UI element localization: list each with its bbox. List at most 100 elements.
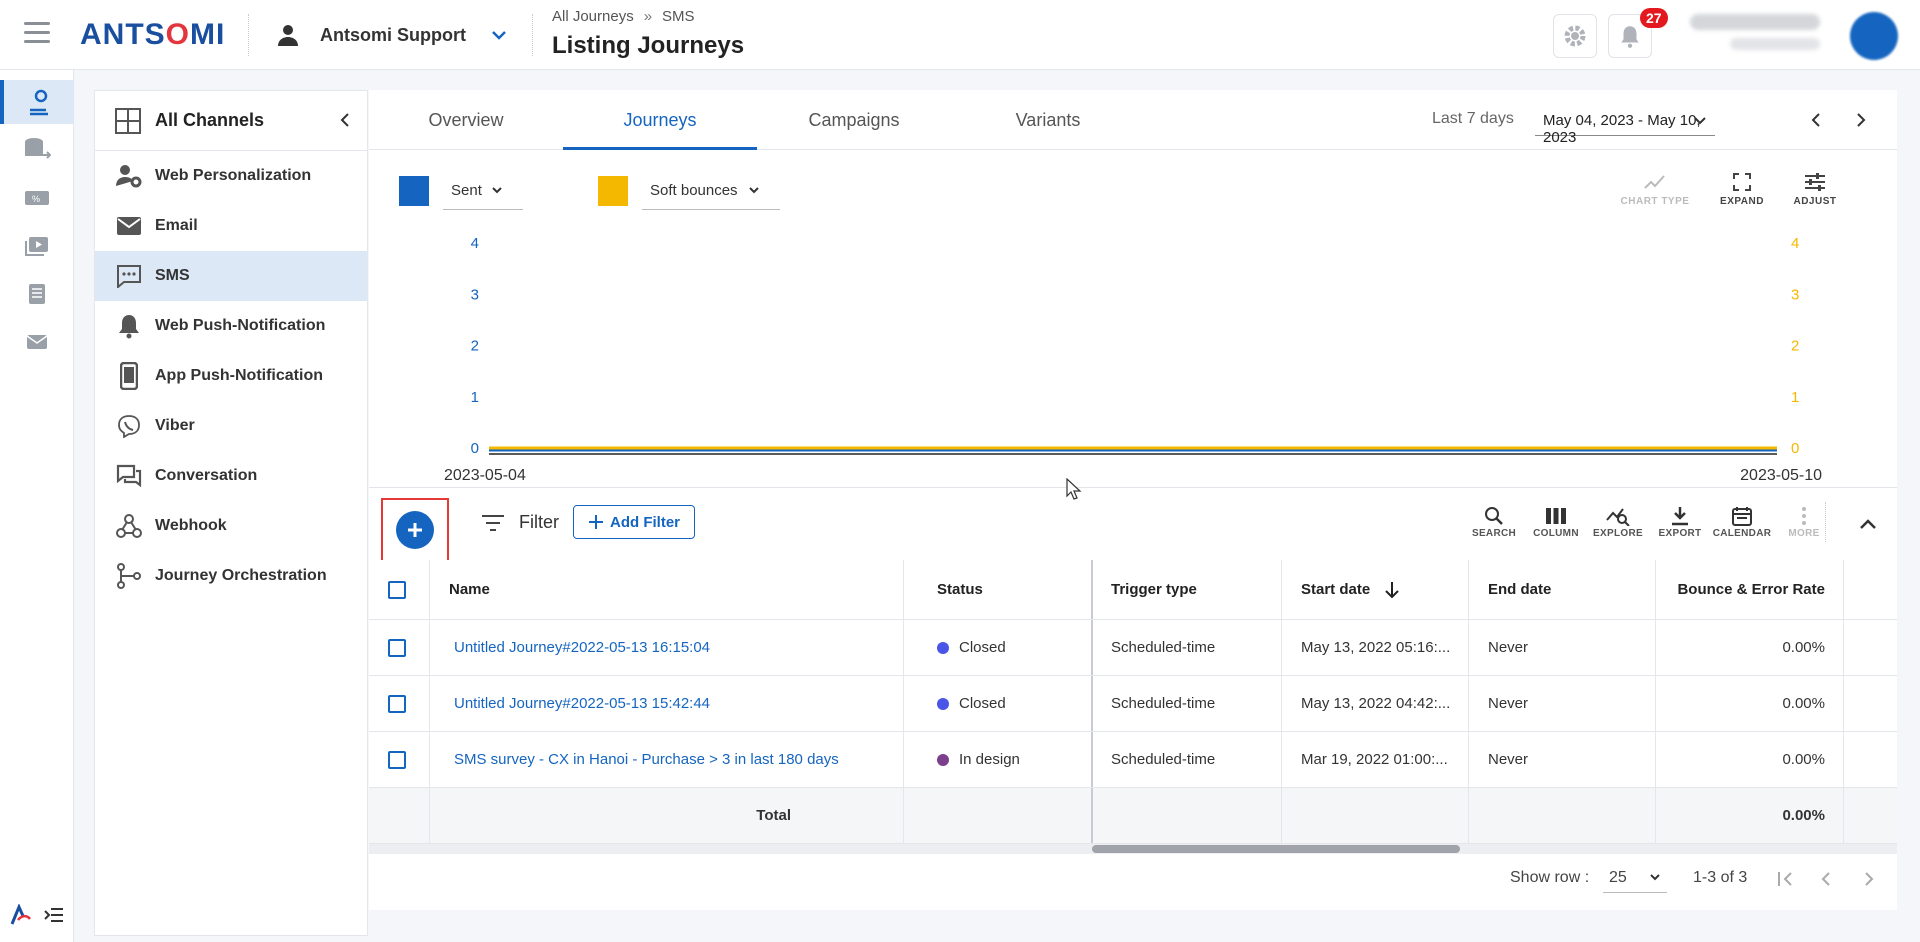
next-page-button[interactable] — [1857, 867, 1881, 891]
metric-select-sent[interactable]: Sent — [443, 172, 523, 210]
status-dot — [937, 697, 949, 710]
journey-name-link[interactable]: SMS survey - CX in Hanoi - Purchase > 3 … — [454, 732, 839, 787]
top-header: ANTSOMI Antsomi Support All Journeys » SMS… — [0, 0, 1920, 70]
status-text: Closed — [959, 695, 1006, 712]
channel-journey-orchestration[interactable]: Journey Orchestration — [95, 551, 367, 601]
legend-soft-bounces: Soft bounces — [598, 172, 780, 210]
line-chart-icon — [1644, 175, 1665, 189]
channel-webhook[interactable]: Webhook — [95, 501, 367, 551]
y-tick-right: 4 — [1791, 235, 1799, 252]
channel-web-push[interactable]: Web Push-Notification — [95, 301, 367, 351]
channel-label: Journey Orchestration — [155, 567, 327, 584]
rail-mail[interactable] — [0, 320, 74, 364]
channel-app-push[interactable]: App Push-Notification — [95, 351, 367, 401]
column-button[interactable]: COLUMN — [1526, 504, 1586, 539]
channel-conversation[interactable]: Conversation — [95, 451, 367, 501]
channel-sms[interactable]: SMS — [95, 251, 367, 301]
col-status[interactable]: Status — [937, 560, 983, 619]
date-range-select[interactable]: May 04, 2023 - May 10, 2023 — [1535, 104, 1715, 146]
tab-overview[interactable]: Overview — [369, 90, 563, 150]
first-page-icon — [1778, 872, 1792, 886]
channel-email[interactable]: Email — [95, 201, 367, 251]
rows-per-page-select[interactable]: 25 — [1603, 863, 1667, 893]
next-range-button[interactable] — [1849, 108, 1873, 132]
col-name[interactable]: Name — [449, 560, 490, 619]
antsomi-logo[interactable]: ANTSOMI — [80, 18, 225, 52]
chart-type-label: CHART TYPE — [1620, 196, 1690, 207]
row-checkbox[interactable] — [388, 732, 406, 787]
export-button[interactable]: EXPORT — [1650, 504, 1710, 539]
rail-data[interactable] — [0, 128, 74, 172]
column-label: COLUMN — [1533, 528, 1579, 539]
all-channels-header[interactable]: All Channels — [95, 91, 367, 151]
chevron-down-icon — [492, 31, 506, 40]
journey-name-link[interactable]: Untitled Journey#2022-05-13 16:15:04 — [454, 620, 710, 675]
calendar-button[interactable]: CALENDAR — [1712, 504, 1772, 539]
search-icon — [1485, 507, 1503, 525]
avatar[interactable] — [1850, 12, 1898, 60]
select-all-checkbox[interactable] — [388, 560, 406, 619]
channel-label: Viber — [155, 417, 195, 434]
filter-button[interactable]: Filter — [481, 512, 559, 533]
row-checkbox[interactable] — [388, 676, 406, 731]
prev-range-button[interactable] — [1804, 108, 1828, 132]
prev-page-button[interactable] — [1814, 867, 1838, 891]
settings-button[interactable] — [1553, 14, 1597, 58]
explore-button[interactable]: EXPLORE — [1588, 504, 1648, 539]
expand-button[interactable]: EXPAND — [1702, 170, 1782, 207]
first-page-button[interactable] — [1774, 867, 1798, 891]
chart-type-button[interactable]: CHART TYPE — [1615, 170, 1695, 207]
export-label: EXPORT — [1658, 528, 1702, 539]
channel-web-personalization[interactable]: Web Personalization — [95, 151, 367, 201]
y-tick-left: 3 — [471, 286, 479, 303]
y-tick-right: 1 — [1791, 389, 1799, 406]
rail-journeys[interactable] — [0, 80, 74, 124]
channel-viber[interactable]: Viber — [95, 401, 367, 451]
user-info-blurred[interactable] — [1690, 14, 1820, 56]
rail-promotion[interactable]: % — [0, 176, 74, 220]
database-icon — [25, 138, 51, 159]
bounce-rate-cell: 0.00% — [1782, 751, 1825, 768]
rail-footer[interactable] — [10, 904, 64, 926]
account-name: Antsomi Support — [320, 24, 466, 45]
account-switcher[interactable]: Antsomi Support — [276, 20, 508, 50]
col-trigger-type[interactable]: Trigger type — [1111, 560, 1197, 619]
tab-campaigns[interactable]: Campaigns — [757, 90, 951, 150]
breadcrumb-sms[interactable]: SMS — [662, 8, 695, 25]
plus-icon — [589, 515, 603, 529]
row-checkbox[interactable] — [388, 620, 406, 675]
search-button[interactable]: SEARCH — [1464, 504, 1524, 539]
breadcrumb-all-journeys[interactable]: All Journeys — [552, 8, 634, 25]
viber-icon — [115, 412, 143, 440]
legend-sent: Sent — [399, 172, 523, 210]
hamburger-menu-icon[interactable] — [24, 22, 50, 44]
person-icon — [278, 25, 298, 46]
col-start-date[interactable]: Start date — [1301, 560, 1400, 619]
end-date-cell: Never — [1488, 639, 1529, 656]
status-cell: In design — [937, 732, 1020, 787]
report-icon — [29, 284, 45, 304]
search-label: SEARCH — [1471, 528, 1517, 539]
mail-icon — [26, 335, 48, 349]
chevron-up-icon[interactable] — [1859, 518, 1877, 530]
sms-icon — [115, 262, 143, 290]
create-journey-button[interactable] — [381, 498, 449, 562]
columns-icon — [1546, 508, 1566, 524]
chevron-left-icon — [1821, 872, 1830, 886]
adjust-label: ADJUST — [1793, 196, 1837, 207]
tab-variants[interactable]: Variants — [951, 90, 1145, 150]
date-range-value: May 04, 2023 - May 10, 2023 — [1543, 112, 1701, 146]
col-end-date[interactable]: End date — [1488, 560, 1551, 619]
tab-journeys[interactable]: Journeys — [563, 90, 757, 150]
x-tick-label: 2023-05-10 — [1740, 467, 1822, 480]
metric-select-soft-bounces[interactable]: Soft bounces — [642, 172, 780, 210]
chevron-left-icon[interactable] — [337, 111, 355, 129]
journeys-table: Name Status Trigger type Start date End … — [369, 560, 1897, 854]
add-filter-button[interactable]: Add Filter — [573, 505, 695, 539]
more-vertical-icon — [1802, 507, 1806, 525]
journey-name-link[interactable]: Untitled Journey#2022-05-13 15:42:44 — [454, 676, 710, 731]
rail-media[interactable] — [0, 224, 74, 268]
adjust-button[interactable]: ADJUST — [1775, 170, 1855, 207]
rail-reports[interactable] — [0, 272, 74, 316]
col-bounce-error-rate[interactable]: Bounce & Error Rate — [1677, 560, 1825, 619]
